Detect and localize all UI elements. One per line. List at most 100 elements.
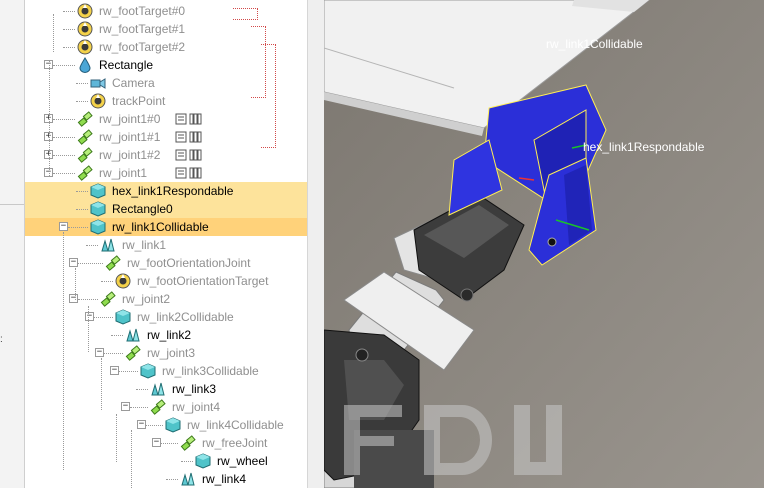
joint-icon	[77, 147, 93, 163]
tree-item[interactable]: hex_link1Respondable	[25, 182, 307, 200]
joint-icon	[77, 111, 93, 127]
tree-item-label: rw_joint1#2	[99, 148, 161, 162]
tree-item[interactable]: − rw_link1Collidable	[25, 218, 307, 236]
shape-icon	[195, 453, 211, 469]
script-icon[interactable]	[175, 148, 205, 162]
tree-item-label: rw_link3	[172, 382, 217, 396]
target-icon	[77, 3, 93, 19]
tree-item[interactable]: rw_footTarget#0	[25, 2, 307, 20]
collapse-toggle-icon[interactable]: −	[69, 294, 78, 303]
scene-viewport[interactable]: rw_link1Collidable hex_link1Respondable	[324, 0, 764, 488]
tree-item[interactable]: − rw_footOrientationJoint	[25, 254, 307, 272]
tree-item-label: rw_footTarget#0	[99, 4, 186, 18]
joint-icon	[100, 291, 116, 307]
tree-connector	[53, 119, 75, 120]
tree-item[interactable]: rw_footOrientationTarget	[25, 272, 307, 290]
script-icon[interactable]	[175, 130, 205, 144]
tree-item-label: rw_footTarget#1	[99, 22, 186, 36]
tree-connector	[63, 47, 75, 48]
tree-item-label: rw_joint1	[99, 166, 148, 180]
tree-connector	[111, 335, 123, 336]
collapse-toggle-icon[interactable]: −	[137, 420, 146, 429]
panel-divider	[0, 204, 24, 205]
tree-item-label: rw_link4Collidable	[187, 418, 284, 432]
tree-item-label: Rectangle	[99, 58, 154, 72]
collapse-toggle-icon[interactable]: −	[110, 366, 119, 375]
tree-connector	[53, 155, 75, 156]
tree-connector	[75, 268, 76, 300]
tree-connector	[78, 263, 103, 264]
tree-item[interactable]: rw_link2	[25, 326, 307, 344]
tree-connector	[53, 137, 75, 138]
collapse-toggle-icon[interactable]: −	[95, 348, 104, 357]
tree-item-label: rw_joint3	[147, 346, 196, 360]
tree-connector	[131, 430, 132, 488]
tree-item[interactable]: rw_wheel	[25, 452, 307, 470]
link-marker	[233, 8, 258, 20]
link-icon	[125, 327, 141, 343]
tree-connector	[161, 443, 178, 444]
tree-item-label: rw_freeJoint	[202, 436, 268, 450]
tree-item-label: rw_link1	[122, 238, 167, 252]
joint-icon	[125, 345, 141, 361]
collidable-label: rw_link1Collidable	[546, 37, 643, 51]
link-marker	[261, 44, 276, 148]
tree-connector	[94, 317, 113, 318]
tree-item-label: rw_link4	[202, 472, 247, 486]
scene-render	[324, 0, 764, 488]
tree-connector	[63, 11, 75, 12]
joint-icon	[105, 255, 121, 271]
collapse-toggle-icon[interactable]: −	[85, 312, 94, 321]
tree-connector	[76, 191, 88, 192]
tree-item[interactable]: − rw_joint2	[25, 290, 307, 308]
hierarchy-scrollbar[interactable]	[307, 0, 325, 488]
tree-connector	[116, 414, 117, 462]
tree-item[interactable]: + rw_joint1#2	[25, 146, 307, 164]
tree-connector	[53, 14, 54, 52]
tree-item[interactable]: − rw_freeJoint	[25, 434, 307, 452]
joint-icon	[77, 165, 93, 181]
tree-item-label: rw_footOrientationJoint	[127, 256, 251, 270]
tree-item-label: trackPoint	[112, 94, 166, 108]
tree-connector	[101, 358, 102, 410]
tree-item[interactable]: − rw_link3Collidable	[25, 362, 307, 380]
respondable-label: hex_link1Respondable	[583, 140, 705, 154]
scene-hierarchy[interactable]: rw_footTarget#0 rw_footTarget#1 rw_footTar…	[25, 0, 307, 488]
tree-connector	[86, 245, 98, 246]
tree-item-label: rw_joint2	[122, 292, 171, 306]
camera-icon	[90, 75, 106, 91]
script-icon[interactable]	[175, 112, 205, 126]
tree-item-label: rw_joint1#1	[99, 130, 161, 144]
tree-connector	[63, 29, 75, 30]
tree-item[interactable]: rw_link3	[25, 380, 307, 398]
collapse-toggle-icon[interactable]: −	[69, 258, 78, 267]
tree-item[interactable]: rw_link4	[25, 470, 307, 488]
collapse-toggle-icon[interactable]: −	[121, 402, 130, 411]
joint-icon	[150, 399, 166, 415]
tree-item[interactable]: rw_link1	[25, 236, 307, 254]
tree-item[interactable]: − rw_joint1	[25, 164, 307, 182]
panel-edge-mark: :	[0, 334, 3, 345]
tree-item-label: Rectangle0	[112, 202, 173, 216]
script-icon[interactable]	[175, 166, 205, 180]
tree-item[interactable]: − rw_link4Collidable	[25, 416, 307, 434]
tree-connector	[78, 299, 98, 300]
tree-connector	[101, 281, 113, 282]
collapse-toggle-icon[interactable]: −	[59, 222, 68, 231]
tree-connector	[166, 479, 178, 480]
link-icon	[100, 237, 116, 253]
tree-connector	[76, 83, 88, 84]
shape-icon	[90, 201, 106, 217]
shape-icon	[90, 183, 106, 199]
tree-item[interactable]: − rw_joint4	[25, 398, 307, 416]
target-icon	[77, 21, 93, 37]
tree-item[interactable]: − rw_link2Collidable	[25, 308, 307, 326]
tree-item[interactable]: − rw_joint3	[25, 344, 307, 362]
shape-icon	[140, 363, 156, 379]
link-icon	[150, 381, 166, 397]
collapse-toggle-icon[interactable]: −	[152, 438, 161, 447]
tree-item-label: hex_link1Respondable	[112, 184, 234, 198]
tree-item[interactable]: Rectangle0	[25, 200, 307, 218]
tree-item-label: rw_link1Collidable	[112, 220, 209, 234]
tree-item-label: rw_joint4	[172, 400, 221, 414]
